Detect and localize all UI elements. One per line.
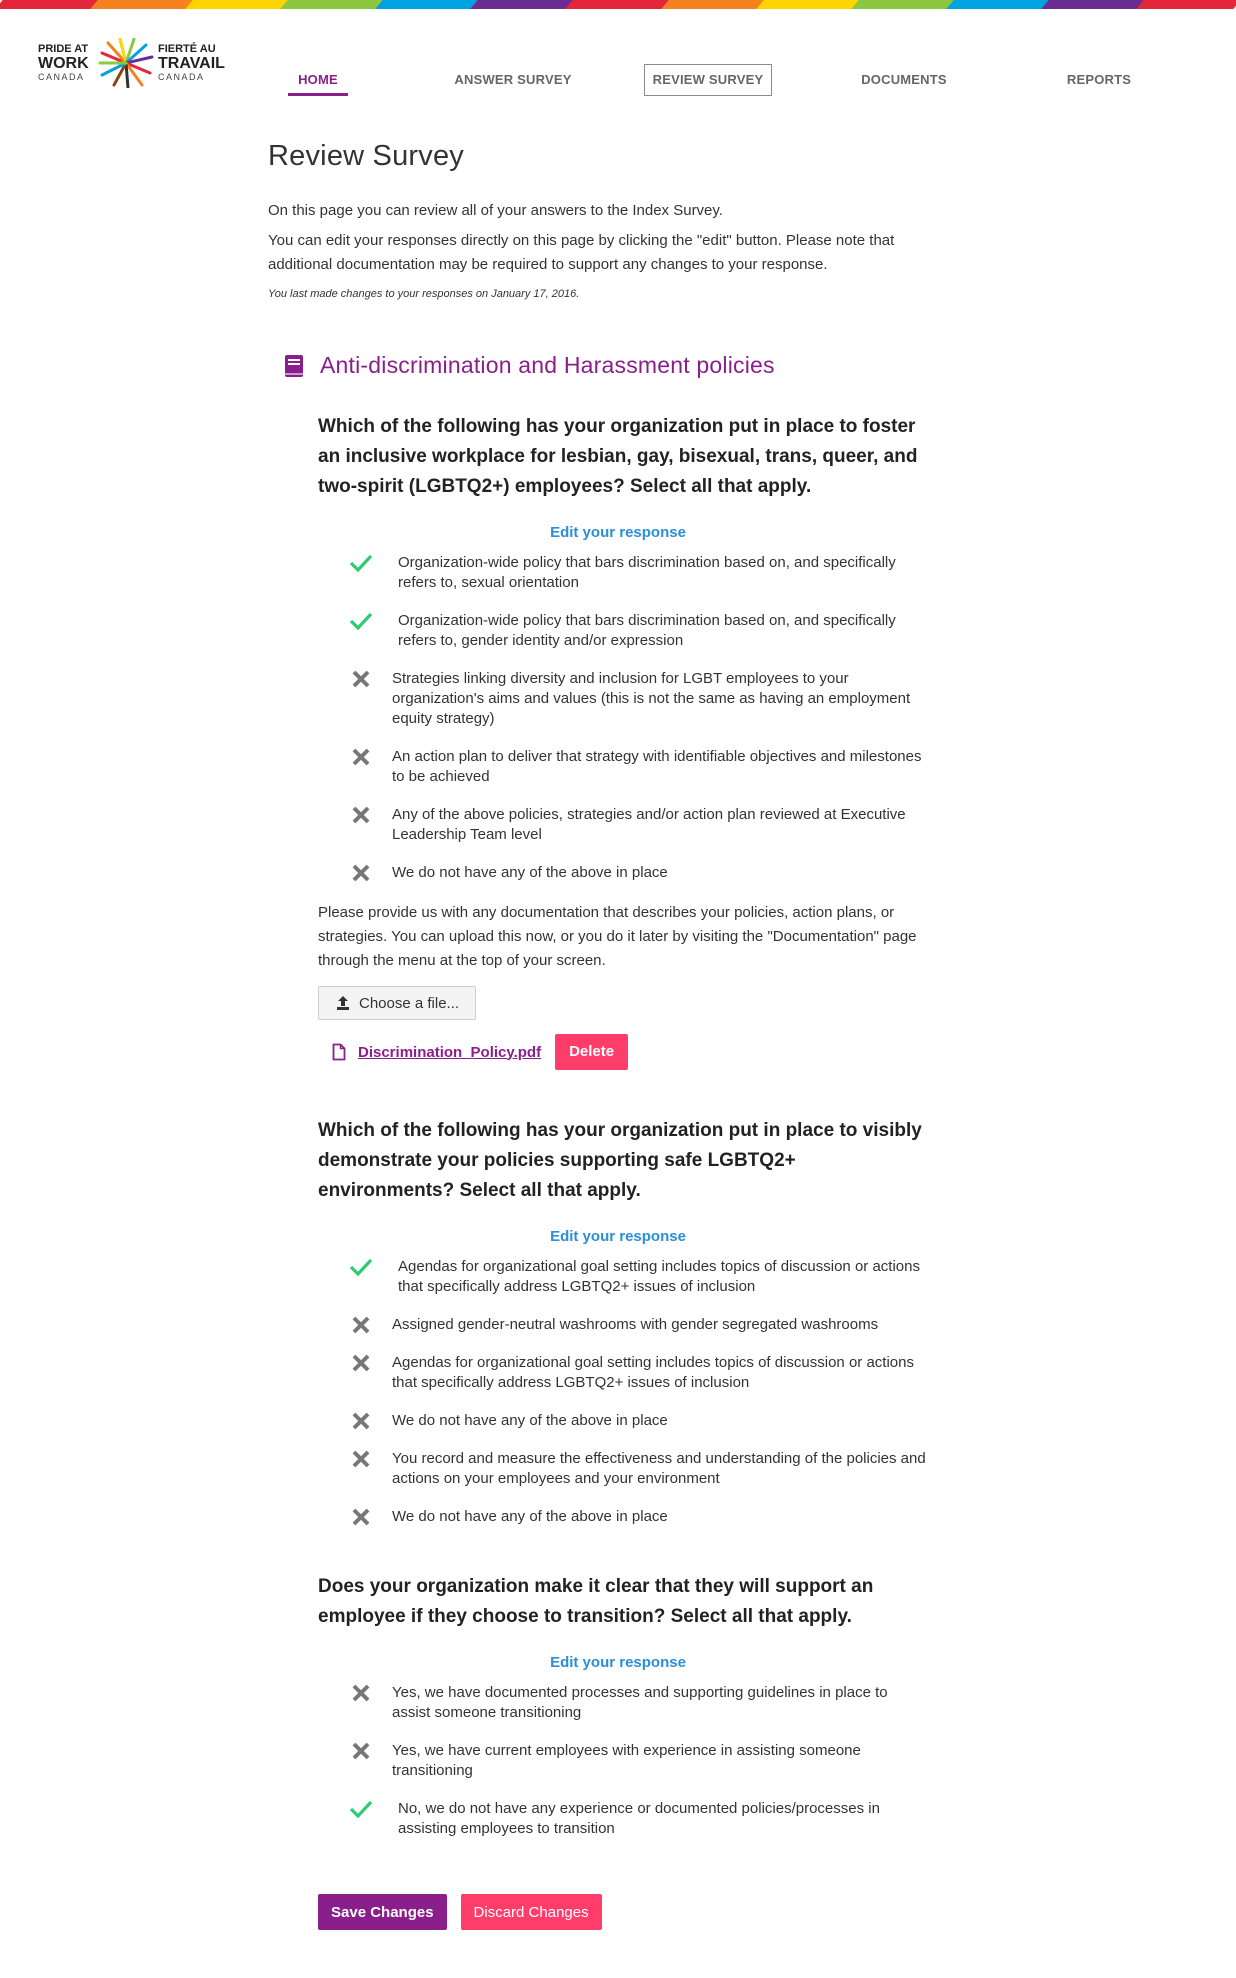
nav-answer-survey[interactable]: ANSWER SURVEY: [448, 64, 578, 96]
checkmark-icon: [349, 1258, 373, 1277]
delete-file-button[interactable]: Delete: [555, 1034, 629, 1070]
rainbow-segment: [565, 0, 671, 9]
answer-item: Any of the above policies, strategies an…: [318, 805, 928, 845]
rainbow-segment: [280, 0, 386, 9]
section-title: Anti-discrimination and Harassment polic…: [320, 352, 775, 378]
nav-reports[interactable]: REPORTS: [1056, 64, 1142, 96]
cross-icon: [352, 1412, 370, 1430]
last-changed-note: You last made changes to your responses …: [268, 288, 580, 300]
question-2: Which of the following has your organiza…: [318, 1116, 928, 1527]
discard-changes-button[interactable]: Discard Changes: [460, 1894, 602, 1930]
question-2-answers: Agendas for organizational goal setting …: [318, 1257, 928, 1527]
nav-documents[interactable]: DOCUMENTS: [850, 64, 958, 96]
rainbow-segment: [1136, 0, 1236, 9]
rainbow-segment: [185, 0, 291, 9]
answer-item: Yes, we have current employees with expe…: [318, 1741, 928, 1781]
cross-icon: [352, 864, 370, 882]
answer-item: An action plan to deliver that strategy …: [318, 747, 928, 787]
question-3: Does your organization make it clear tha…: [318, 1572, 928, 1839]
rainbow-segment: [850, 0, 956, 9]
question-2-edit-link[interactable]: Edit your response: [318, 1228, 918, 1245]
question-2-text: Which of the following has your organiza…: [318, 1120, 922, 1201]
cross-icon: [352, 1508, 370, 1526]
rainbow-segment: [90, 0, 195, 9]
file-icon: [332, 1043, 346, 1061]
rainbow-segment: [0, 0, 100, 9]
cross-icon: [352, 1742, 370, 1760]
checkmark-icon: [349, 1800, 373, 1819]
question-1-answers: Organization-wide policy that bars discr…: [318, 553, 928, 883]
answer-item: We do not have any of the above in place: [318, 863, 928, 883]
page-title: Review Survey: [268, 140, 464, 172]
cross-icon: [352, 1684, 370, 1702]
intro-paragraph-1: On this page you can review all of your …: [268, 202, 723, 219]
question-1-edit-link[interactable]: Edit your response: [318, 524, 918, 541]
nav-home[interactable]: HOME: [288, 64, 348, 96]
cross-icon: [352, 1316, 370, 1334]
answer-item: Agendas for organizational goal setting …: [318, 1353, 928, 1393]
answer-item: Yes, we have documented processes and su…: [318, 1683, 928, 1723]
rainbow-segment: [470, 0, 576, 9]
answer-item: Strategies linking diversity and inclusi…: [318, 669, 928, 729]
choose-file-button[interactable]: Choose a file...: [318, 986, 477, 1020]
question-3-text: Does your organization make it clear tha…: [318, 1576, 874, 1627]
answer-item: You record and measure the effectiveness…: [318, 1449, 928, 1489]
cross-icon: [352, 806, 370, 824]
question-3-answers: Yes, we have documented processes and su…: [318, 1683, 928, 1839]
main-navigation: HOME ANSWER SURVEY REVIEW SURVEY DOCUMEN…: [0, 64, 1236, 104]
cross-icon: [352, 748, 370, 766]
documentation-instructions: Please provide us with any documentation…: [318, 904, 917, 969]
question-3-edit-link[interactable]: Edit your response: [318, 1654, 918, 1671]
answer-item: No, we do not have any experience or doc…: [318, 1799, 928, 1839]
section-heading: Anti-discrimination and Harassment polic…: [284, 352, 775, 379]
answer-item: Organization-wide policy that bars discr…: [318, 553, 928, 593]
form-actions: Save Changes Discard Changes: [318, 1894, 602, 1930]
intro-paragraph-2: You can edit your responses directly on …: [268, 232, 895, 273]
main-content: Review Survey On this page you can revie…: [268, 140, 948, 306]
rainbow-segment: [946, 0, 1051, 9]
uploaded-file-link[interactable]: Discrimination_Policy.pdf: [358, 1044, 541, 1061]
book-icon: [285, 354, 303, 377]
checkmark-icon: [349, 612, 373, 631]
uploaded-file-row: Discrimination_Policy.pdf Delete: [332, 1034, 928, 1070]
rainbow-segment: [375, 0, 481, 9]
answer-item: Assigned gender-neutral washrooms with g…: [318, 1315, 928, 1335]
answer-item: Agendas for organizational goal setting …: [318, 1257, 928, 1297]
cross-icon: [352, 1354, 370, 1372]
upload-icon: [337, 996, 349, 1010]
rainbow-top-bar: [0, 0, 1236, 9]
answer-item: We do not have any of the above in place: [318, 1411, 928, 1431]
intro-text: On this page you can review all of your …: [268, 199, 948, 306]
rainbow-segment: [660, 0, 766, 9]
cross-icon: [352, 670, 370, 688]
checkmark-icon: [349, 554, 373, 573]
answer-item: We do not have any of the above in place: [318, 1507, 928, 1527]
cross-icon: [352, 1450, 370, 1468]
save-changes-button[interactable]: Save Changes: [318, 1894, 447, 1930]
nav-review-survey[interactable]: REVIEW SURVEY: [644, 64, 772, 96]
question-1: Which of the following has your organiza…: [318, 412, 928, 1070]
rainbow-segment: [755, 0, 861, 9]
rainbow-segment: [1041, 0, 1146, 9]
answer-item: Organization-wide policy that bars discr…: [318, 611, 928, 651]
question-1-text: Which of the following has your organiza…: [318, 416, 918, 497]
